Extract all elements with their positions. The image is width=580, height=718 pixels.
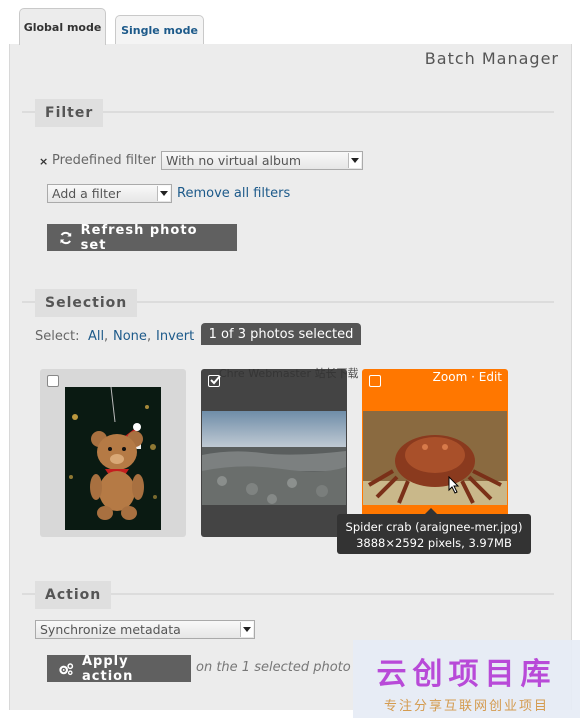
- zoom-link[interactable]: Zoom: [433, 370, 468, 384]
- photo-thumbnail[interactable]: [40, 369, 186, 537]
- overlay-watermark-text: Chre Webmaster 站长下载: [219, 367, 359, 380]
- edit-link[interactable]: Edit: [479, 370, 502, 384]
- rocky-field-photo: [202, 411, 346, 505]
- select-invert-link[interactable]: Invert: [156, 329, 194, 344]
- photo-checkbox[interactable]: [47, 375, 59, 387]
- action-select-value: Synchronize metadata: [40, 622, 181, 637]
- gears-icon: [59, 662, 74, 675]
- predefined-filter-label: Predefined filter: [52, 153, 156, 168]
- chevron-down-icon: [240, 622, 253, 637]
- photo-checkbox[interactable]: [369, 375, 381, 387]
- filter-legend: Filter: [35, 99, 104, 127]
- refresh-photo-set-button[interactable]: Refresh photo set: [47, 222, 237, 253]
- remove-filter-icon[interactable]: ×: [39, 155, 48, 168]
- chevron-down-icon: [157, 186, 170, 201]
- add-filter-select[interactable]: Add a filter: [47, 184, 172, 203]
- separator: ,: [104, 329, 109, 344]
- separator-dot: ·: [471, 370, 475, 384]
- mouse-cursor-icon: [448, 476, 460, 494]
- apply-scope-text: on the 1 selected photo: [196, 660, 351, 675]
- add-filter-value: Add a filter: [52, 186, 121, 201]
- spider-crab-photo: [363, 411, 507, 505]
- refresh-icon: [60, 231, 72, 244]
- action-select[interactable]: Synchronize metadata: [35, 620, 255, 639]
- photo-thumbnail-selected[interactable]: [201, 369, 347, 537]
- predefined-filter-select[interactable]: With no virtual album: [161, 151, 363, 170]
- remove-all-filters-link[interactable]: Remove all filters: [177, 186, 290, 201]
- selection-count-badge: 1 of 3 photos selected: [201, 323, 361, 345]
- predefined-filter-value: With no virtual album: [166, 153, 302, 168]
- select-label: Select:: [35, 329, 80, 344]
- separator: ,: [147, 329, 152, 344]
- page-title: Batch Manager: [424, 49, 559, 68]
- tooltip-details: 3888×2592 pixels, 3.97MB: [356, 536, 512, 550]
- tooltip-filename: Spider crab (araignee-mer.jpg): [345, 520, 523, 534]
- chevron-down-icon: [348, 153, 361, 168]
- watermark-overlay: 云创项目库 专注分享互联网创业项目: [353, 640, 580, 718]
- select-none-link[interactable]: None: [113, 329, 147, 344]
- watermark-title: 云创项目库: [376, 657, 557, 692]
- teddy-bear-photo: [65, 387, 161, 530]
- apply-action-label: Apply action: [82, 653, 134, 684]
- tab-single-mode[interactable]: Single mode: [115, 15, 204, 45]
- action-legend: Action: [35, 581, 112, 609]
- apply-action-button[interactable]: Apply action: [47, 653, 191, 684]
- watermark-subtitle: 专注分享互联网创业项目: [383, 699, 549, 714]
- tab-global-mode[interactable]: Global mode: [19, 8, 106, 45]
- thumbnail-actions: Zoom · Edit: [433, 370, 502, 384]
- refresh-label: Refresh photo set: [80, 222, 198, 253]
- selection-legend: Selection: [35, 289, 138, 317]
- photo-tooltip: Spider crab (araignee-mer.jpg) 3888×2592…: [337, 514, 531, 554]
- select-all-link[interactable]: All: [88, 329, 104, 344]
